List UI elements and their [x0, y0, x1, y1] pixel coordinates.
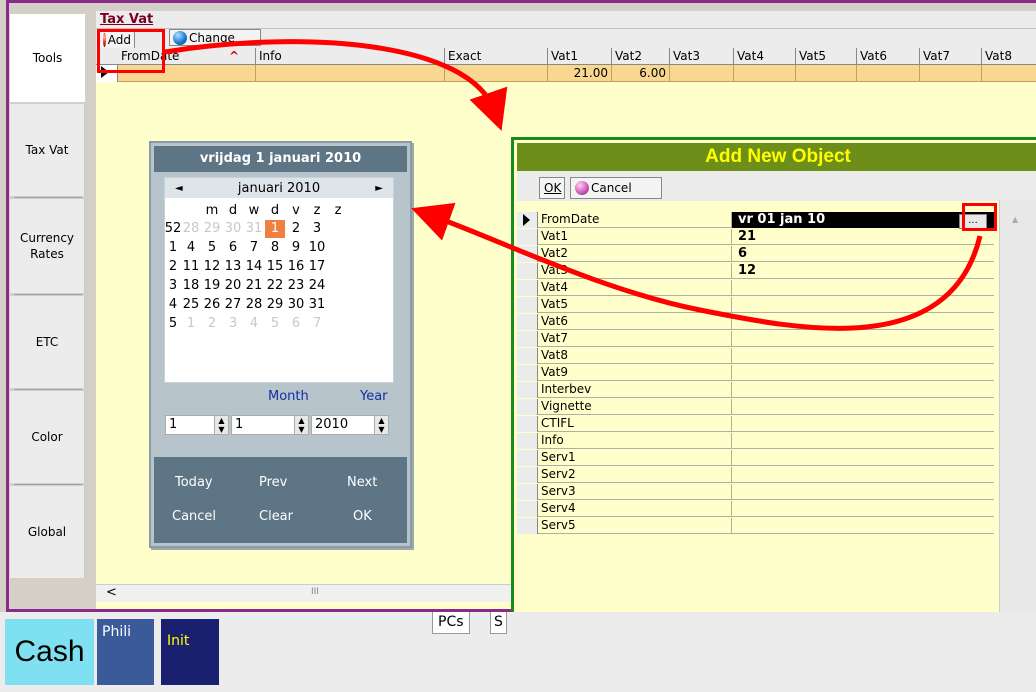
arrow-to-calendar [411, 202, 983, 331]
annotation-arrows [164, 39, 983, 331]
arrow-to-dialog [164, 39, 508, 131]
